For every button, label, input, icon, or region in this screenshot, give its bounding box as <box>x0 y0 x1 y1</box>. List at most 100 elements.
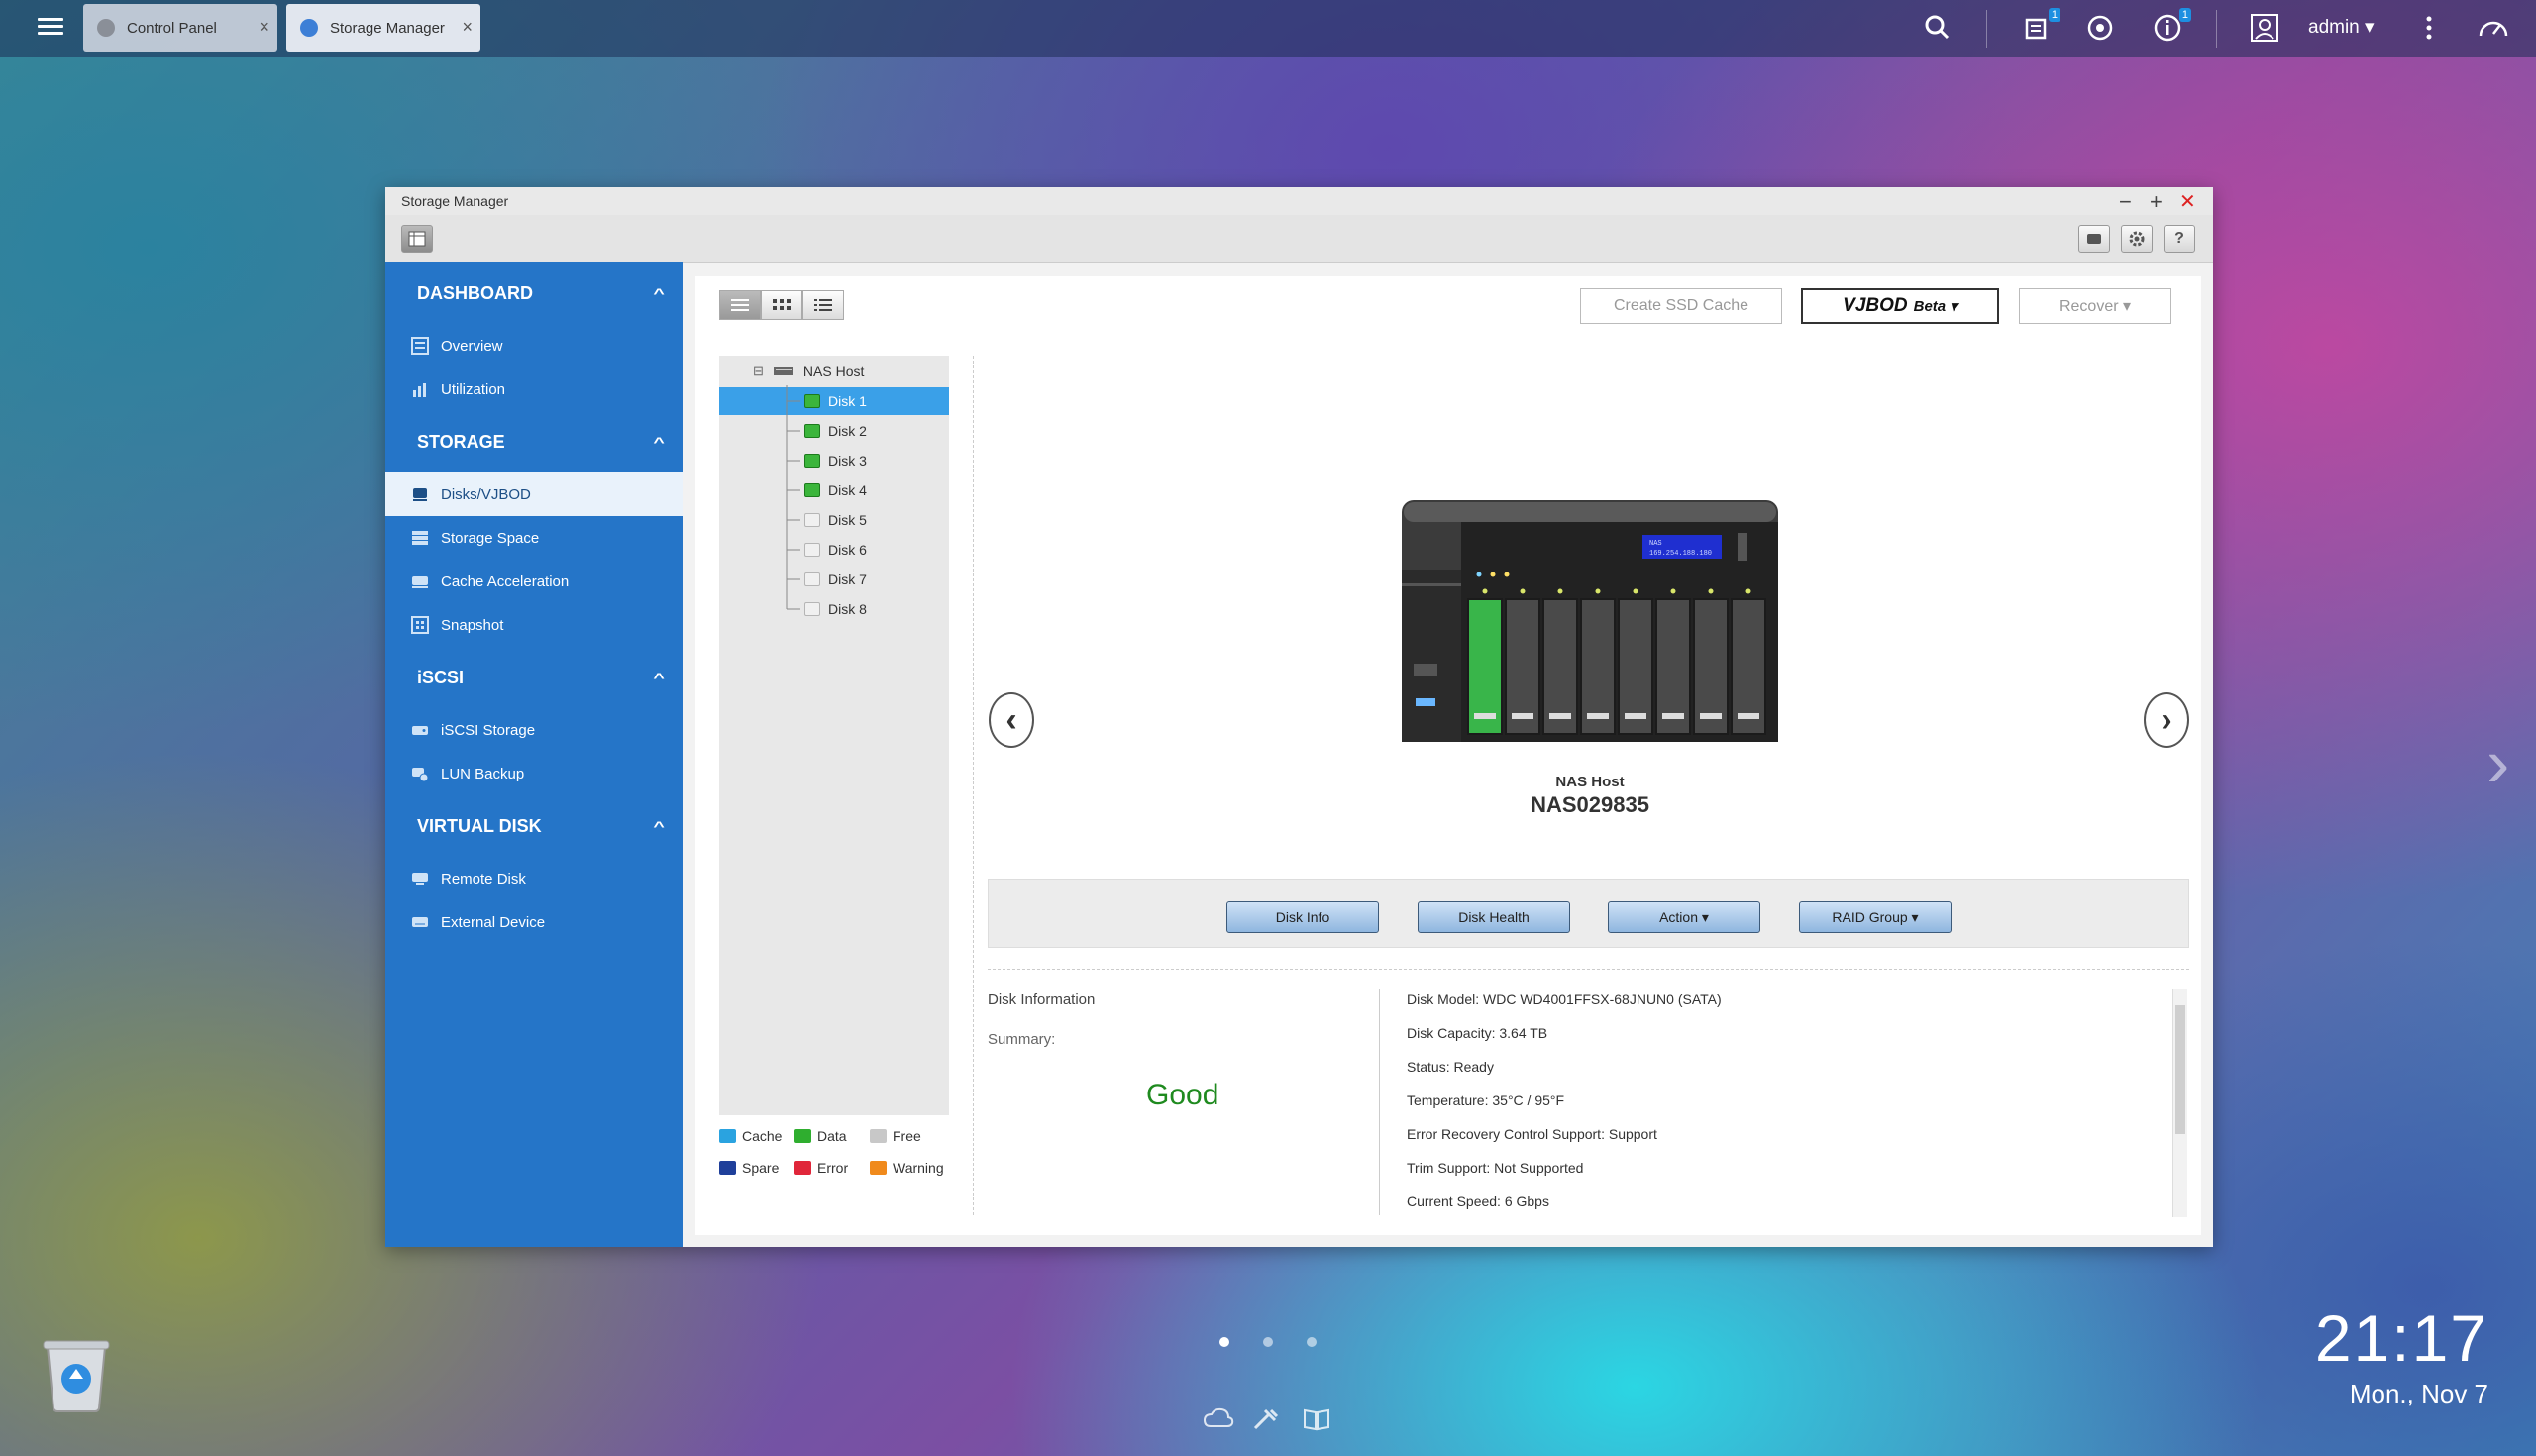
section-storage[interactable]: STORAGE ^ <box>385 411 683 472</box>
disk-info-button[interactable]: Disk Info <box>1226 901 1379 933</box>
chevron-left-icon: ‹ <box>1005 700 1017 739</box>
sidebar-item-storage-space[interactable]: Storage Space <box>385 516 683 560</box>
recover-button[interactable]: Recover ▾ <box>2019 288 2171 324</box>
sidebar-item-lun-backup[interactable]: LUN Backup <box>385 752 683 795</box>
section-iscsi[interactable]: iSCSI ^ <box>385 647 683 708</box>
tree-item-disk-6[interactable]: Disk 6 <box>719 536 949 564</box>
view-detail-button[interactable] <box>802 290 844 320</box>
disk-capacity: Disk Capacity: 3.64 TB <box>1407 1025 1548 1041</box>
toggle-panel-button[interactable] <box>401 225 433 253</box>
chart-icon <box>413 383 426 397</box>
sidebar-item-label: Snapshot <box>441 616 504 634</box>
window-toolbar: ? <box>385 215 2213 263</box>
disk-empty-icon <box>804 543 820 557</box>
sidebar-item-snapshot[interactable]: Snapshot <box>385 603 683 647</box>
recycle-bin-icon[interactable] <box>42 1337 111 1412</box>
desktop-page-dot-3[interactable] <box>1307 1337 1317 1347</box>
gear-icon <box>97 19 115 37</box>
more-options-icon[interactable] <box>2413 12 2445 44</box>
tab-control-panel[interactable]: Control Panel × <box>83 4 277 52</box>
detail-list-icon <box>814 299 832 311</box>
tab-storage-manager[interactable]: Storage Manager × <box>286 4 480 52</box>
view-list-button[interactable] <box>719 290 761 320</box>
section-virtual-disk[interactable]: VIRTUAL DISK ^ <box>385 795 683 857</box>
disk-health-button[interactable]: Disk Health <box>1418 901 1570 933</box>
sidebar-item-remote-disk[interactable]: Remote Disk <box>385 857 683 900</box>
disk-data-icon <box>804 424 820 438</box>
sidebar-item-cache-acceleration[interactable]: Cache Acceleration <box>385 560 683 603</box>
next-desktop-chevron-icon[interactable]: › <box>2486 723 2509 802</box>
vjbod-button[interactable]: VJBOD Beta ▾ <box>1801 288 1999 324</box>
info-scrollbar[interactable] <box>2172 989 2187 1217</box>
tree-item-disk-1[interactable]: Disk 1 <box>719 387 949 415</box>
legend-swatch-error <box>794 1161 811 1175</box>
tree-node-nas-host[interactable]: ⊟ NAS Host <box>719 358 949 385</box>
tree-item-disk-2[interactable]: Disk 2 <box>719 417 949 445</box>
sidebar-item-disks-vjbod[interactable]: Disks/VJBOD <box>385 472 683 516</box>
desktop-page-dot-1[interactable] <box>1219 1337 1229 1347</box>
storage-icon <box>300 19 318 37</box>
info-icon[interactable]: 1 <box>2152 8 2191 44</box>
create-ssd-cache-button[interactable]: Create SSD Cache <box>1580 288 1782 324</box>
sync-icon[interactable] <box>2084 12 2116 44</box>
sidebar-item-iscsi-storage[interactable]: iSCSI Storage <box>385 708 683 752</box>
legend-warning: Warning <box>870 1160 944 1176</box>
tree-item-label: Disk 8 <box>828 601 867 617</box>
window-titlebar[interactable]: Storage Manager − + ✕ <box>385 187 2213 215</box>
tree-item-disk-4[interactable]: Disk 4 <box>719 476 949 504</box>
nas-host-icon <box>773 367 793 375</box>
main-menu-icon[interactable] <box>38 14 63 40</box>
dashboard-gauge-icon[interactable] <box>2477 12 2508 44</box>
gear-icon <box>2129 231 2145 247</box>
tree-item-disk-3[interactable]: Disk 3 <box>719 447 949 474</box>
previous-device-button[interactable]: ‹ <box>989 692 1034 748</box>
tools-icon[interactable] <box>1251 1406 1281 1432</box>
maximize-button[interactable]: + <box>2150 189 2163 215</box>
close-button[interactable]: ✕ <box>2179 189 2196 214</box>
sidebar-item-external-device[interactable]: External Device <box>385 900 683 944</box>
next-device-button[interactable]: › <box>2144 692 2189 748</box>
desktop-page-dot-2[interactable] <box>1263 1337 1273 1347</box>
action-menu-button[interactable]: Action ▾ <box>1608 901 1760 933</box>
storage-space-icon <box>412 531 428 545</box>
disk-information-heading: Disk Information <box>988 991 1096 1008</box>
view-grid-button[interactable] <box>761 290 802 320</box>
cloud-icon[interactable] <box>1203 1406 1234 1432</box>
user-icon[interactable] <box>2249 12 2280 44</box>
disk-view-button[interactable] <box>2078 225 2110 253</box>
legend-label: Data <box>817 1128 847 1144</box>
legend-label: Spare <box>742 1160 780 1176</box>
minimize-button[interactable]: − <box>2119 189 2132 215</box>
tab-label: Storage Manager <box>330 19 445 37</box>
close-tab-icon[interactable]: × <box>462 17 473 38</box>
section-dashboard[interactable]: DASHBOARD ^ <box>385 262 683 324</box>
help-button[interactable]: ? <box>2164 225 2195 253</box>
chevron-up-icon: ^ <box>653 818 665 834</box>
sidebar-item-label: LUN Backup <box>441 765 525 782</box>
sidebar-item-label: External Device <box>441 913 546 931</box>
settings-button[interactable] <box>2121 225 2153 253</box>
search-icon[interactable] <box>1922 12 1954 44</box>
disk-tree: ⊟ NAS Host Disk 1 Disk 2 Disk 3 Disk 4 D… <box>719 356 949 1115</box>
background-tasks-icon[interactable]: 1 <box>2021 8 2060 44</box>
tree-item-disk-5[interactable]: Disk 5 <box>719 506 949 534</box>
tasks-badge: 1 <box>2048 8 2060 22</box>
lcd-line-2: 169.254.188.180 <box>1649 550 1712 558</box>
sidebar-item-overview[interactable]: Overview <box>385 324 683 367</box>
sidebar-item-utilization[interactable]: Utilization <box>385 367 683 411</box>
legend-error: Error <box>794 1160 848 1176</box>
info-divider <box>1379 989 1380 1215</box>
user-menu[interactable]: admin ▾ <box>2308 16 2375 39</box>
nas-device-image[interactable]: NAS 169.254.188.180 <box>1402 500 1778 742</box>
collapse-icon[interactable]: ⊟ <box>753 364 764 379</box>
panel-divider <box>973 356 974 1215</box>
nas-name: NAS029835 <box>1531 792 1649 817</box>
tree-node-label: NAS Host <box>802 364 865 379</box>
close-tab-icon[interactable]: × <box>259 17 269 38</box>
book-icon[interactable] <box>1302 1406 1331 1432</box>
tree-item-disk-8[interactable]: Disk 8 <box>719 595 949 623</box>
tree-item-disk-7[interactable]: Disk 7 <box>719 566 949 593</box>
nas-host-label: NAS Host <box>1555 774 1625 790</box>
raid-group-button[interactable]: RAID Group ▾ <box>1799 901 1952 933</box>
scrollbar-thumb[interactable] <box>2175 1005 2185 1134</box>
